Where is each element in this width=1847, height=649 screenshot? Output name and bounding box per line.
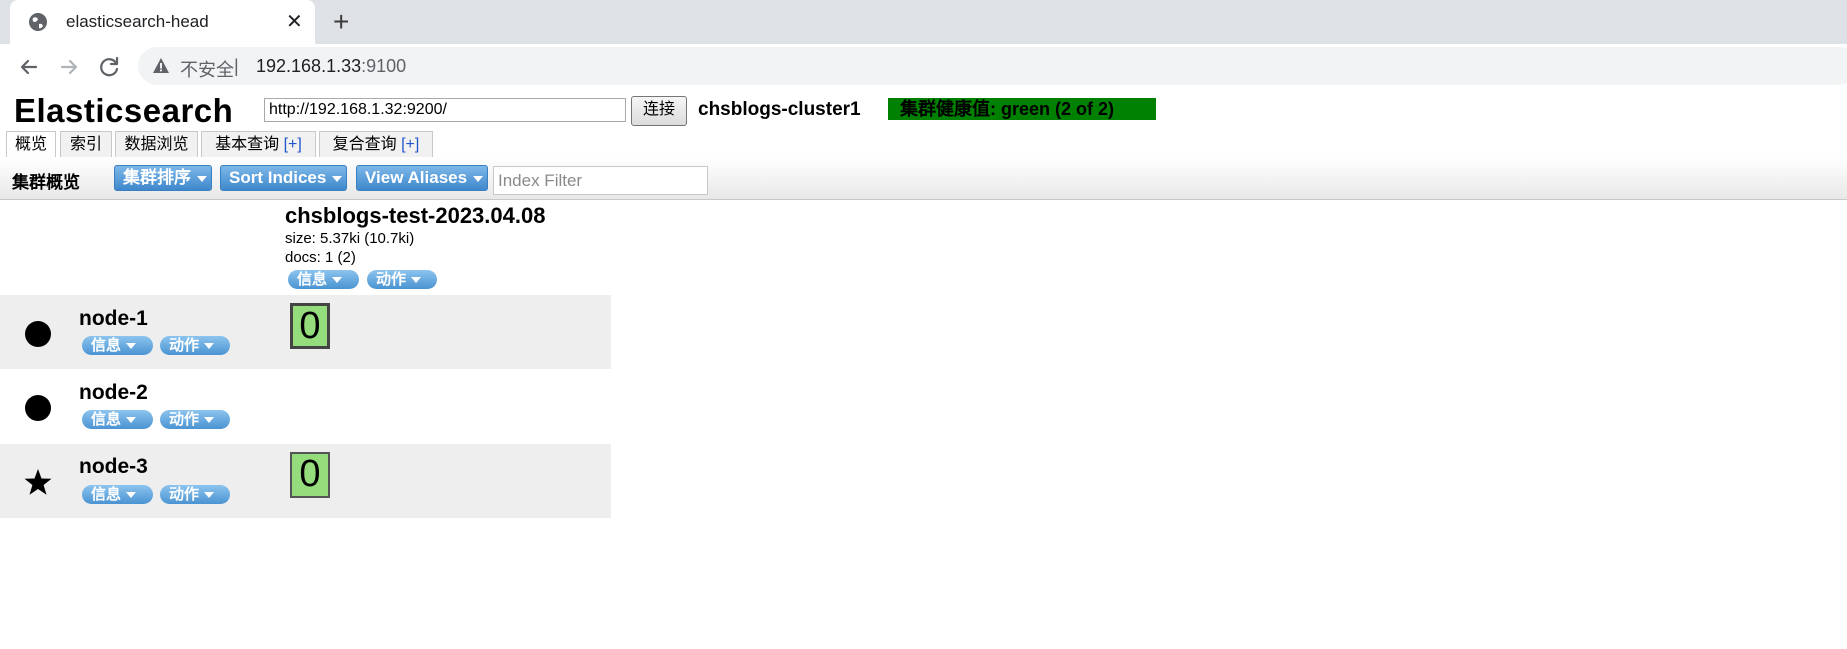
url-host: 192.168.1.33 — [256, 56, 362, 76]
warning-icon[interactable] — [152, 57, 170, 75]
toolbar-title: 集群概览 — [12, 173, 80, 192]
cluster-name: chsblogs-cluster1 — [698, 99, 861, 120]
node-name: node-1 — [79, 307, 148, 330]
index-name: chsblogs-test-2023.04.08 — [285, 203, 546, 228]
button-label: 动作 — [169, 411, 200, 428]
url-text: 192.168.1.33:9100 — [256, 56, 406, 77]
index-filter-input[interactable]: Index Filter — [493, 166, 708, 195]
node-row: node-2 信息 动作 — [0, 369, 611, 443]
app-header: Elasticsearch http://192.168.1.32:9200/ … — [0, 89, 1847, 129]
button-label: 信息 — [91, 486, 122, 503]
caret-down-icon — [126, 417, 137, 424]
button-label: 信息 — [91, 411, 122, 428]
node-action-button[interactable]: 动作 — [160, 336, 230, 355]
tab-indices[interactable]: 索引 — [60, 131, 112, 157]
index-size: size: 5.37ki (10.7ki) — [285, 230, 415, 247]
caret-down-icon — [411, 277, 422, 284]
globe-icon — [29, 13, 47, 31]
node-name: node-3 — [79, 455, 148, 478]
caret-down-icon — [126, 343, 137, 350]
tab-basic-query[interactable]: 基本查询 [+] — [201, 131, 316, 157]
caret-down-icon — [204, 417, 215, 424]
sort-cluster-button[interactable]: 集群排序 — [114, 165, 212, 191]
caret-down-icon — [204, 492, 215, 499]
node-info-button[interactable]: 信息 — [82, 485, 153, 504]
caret-down-icon — [332, 277, 343, 284]
shard-replica[interactable]: 0 — [290, 452, 330, 498]
index-action-button[interactable]: 动作 — [367, 270, 437, 289]
index-docs: docs: 1 (2) — [285, 249, 356, 266]
separator: | — [234, 56, 239, 76]
new-tab-icon[interactable]: + — [333, 6, 349, 38]
caret-down-icon — [332, 175, 343, 182]
tab-plus: [+] — [401, 136, 420, 153]
app-brand: Elasticsearch — [14, 92, 234, 129]
node-row: node-3 信息 动作 0 — [0, 444, 611, 518]
node-action-button[interactable]: 动作 — [160, 410, 230, 429]
star-icon — [24, 469, 52, 495]
button-label: 动作 — [169, 337, 200, 354]
node-info-button[interactable]: 信息 — [82, 410, 153, 429]
overview-toolbar: 集群概览 集群排序 Sort Indices View Aliases Inde… — [0, 157, 1847, 200]
tab-label: 数据浏览 — [124, 136, 189, 153]
node-action-button[interactable]: 动作 — [160, 485, 230, 504]
tab-label: 概览 — [14, 136, 47, 153]
button-label: 动作 — [169, 486, 200, 503]
tab-label: 复合查询 — [332, 136, 397, 153]
cluster-health-badge: 集群健康值: green (2 of 2) — [888, 98, 1156, 120]
circle-icon — [25, 321, 51, 347]
button-label: 集群排序 — [123, 168, 191, 187]
tab-label: 索引 — [69, 136, 102, 153]
security-label: 不安全 — [180, 60, 234, 80]
connect-button[interactable]: 连接 — [631, 96, 687, 126]
connect-url-input[interactable]: http://192.168.1.32:9200/ — [264, 98, 626, 122]
button-label: View Aliases — [365, 168, 468, 187]
close-icon[interactable]: ✕ — [286, 9, 303, 34]
index-info-button[interactable]: 信息 — [288, 270, 359, 289]
url-port: :9100 — [361, 56, 407, 76]
sort-indices-button[interactable]: Sort Indices — [220, 165, 347, 191]
tab-plus: [+] — [283, 136, 302, 153]
browser-tab[interactable]: elasticsearch-head ✕ — [10, 0, 315, 44]
node-info-button[interactable]: 信息 — [82, 336, 153, 355]
browser-tabbar: elasticsearch-head ✕ + — [0, 0, 1847, 44]
tab-overview[interactable]: 概览 — [6, 131, 56, 159]
button-label: 信息 — [91, 337, 122, 354]
node-name: node-2 — [79, 381, 148, 404]
shard-primary[interactable]: 0 — [290, 303, 330, 349]
tab-title: elasticsearch-head — [66, 12, 209, 31]
omnibox[interactable]: 不安全 | 192.168.1.33:9100 — [138, 47, 1847, 85]
caret-down-icon — [197, 175, 207, 182]
tab-browser[interactable]: 数据浏览 — [115, 131, 198, 157]
caret-down-icon — [126, 492, 137, 499]
button-label: 动作 — [376, 271, 407, 288]
caret-down-icon — [204, 343, 215, 350]
tab-label: 基本查询 — [215, 136, 280, 153]
forward-icon[interactable] — [54, 52, 84, 82]
button-label: Sort Indices — [229, 168, 327, 187]
node-row: node-1 信息 动作 0 — [0, 295, 611, 369]
address-bar: 不安全 | 192.168.1.33:9100 — [0, 44, 1847, 90]
reload-icon[interactable] — [95, 52, 125, 82]
button-label: 信息 — [297, 271, 328, 288]
view-aliases-button[interactable]: View Aliases — [356, 165, 488, 191]
tab-structured-query[interactable]: 复合查询 [+] — [319, 131, 433, 157]
app-tabs: 概览 索引 数据浏览 基本查询 [+] 复合查询 [+] — [0, 129, 1847, 159]
back-icon[interactable] — [14, 52, 44, 82]
circle-icon — [25, 395, 51, 421]
caret-down-icon — [473, 175, 484, 182]
